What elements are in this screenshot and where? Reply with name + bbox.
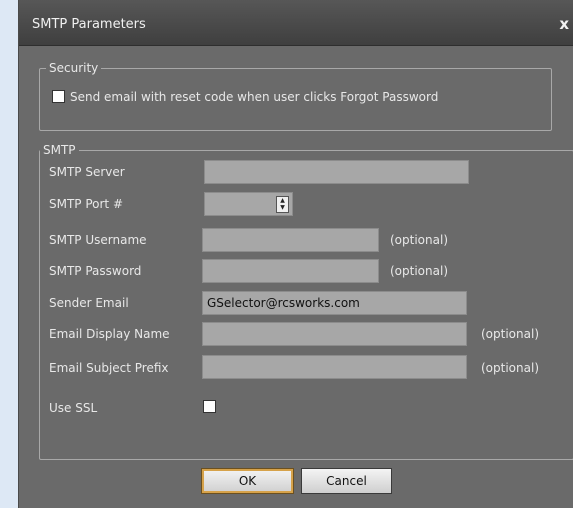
use-ssl-label: Use SSL: [49, 401, 98, 415]
subject-prefix-hint: (optional): [481, 361, 539, 375]
ok-button[interactable]: OK: [201, 468, 294, 494]
smtp-password-label: SMTP Password: [49, 264, 142, 278]
smtp-username-hint: (optional): [390, 233, 448, 247]
reset-code-checkbox[interactable]: [52, 90, 65, 103]
cancel-button[interactable]: Cancel: [301, 468, 392, 494]
smtp-server-label: SMTP Server: [49, 165, 125, 179]
use-ssl-checkbox[interactable]: [203, 400, 216, 413]
arrow-down-icon[interactable]: ▼: [277, 205, 288, 213]
sender-email-input[interactable]: [202, 291, 467, 315]
reset-code-label: Send email with reset code when user cli…: [70, 90, 439, 104]
title-bar[interactable]: SMTP Parameters x: [19, 0, 573, 46]
display-name-hint: (optional): [481, 327, 539, 341]
smtp-username-label: SMTP Username: [49, 233, 147, 247]
smtp-password-input[interactable]: [202, 259, 379, 283]
close-icon[interactable]: x: [559, 15, 569, 33]
smtp-group: SMTP SMTP Server SMTP Port # ▲ ▼ SMTP Us…: [39, 143, 573, 460]
security-group: Security Send email with reset code when…: [39, 61, 552, 131]
smtp-parameters-dialog: SMTP Parameters x Security Send email wi…: [18, 0, 573, 508]
smtp-legend: SMTP: [40, 143, 79, 157]
smtp-username-input[interactable]: [202, 228, 379, 252]
security-legend: Security: [46, 61, 102, 75]
subject-prefix-input[interactable]: [202, 355, 467, 379]
subject-prefix-label: Email Subject Prefix: [49, 361, 169, 375]
display-name-input[interactable]: [202, 322, 467, 346]
smtp-password-hint: (optional): [390, 264, 448, 278]
sender-email-label: Sender Email: [49, 296, 129, 310]
display-name-label: Email Display Name: [49, 327, 170, 341]
smtp-port-label: SMTP Port #: [49, 197, 124, 211]
port-stepper[interactable]: ▲ ▼: [276, 196, 289, 213]
window-title: SMTP Parameters: [32, 17, 146, 32]
smtp-server-input[interactable]: [204, 160, 469, 184]
